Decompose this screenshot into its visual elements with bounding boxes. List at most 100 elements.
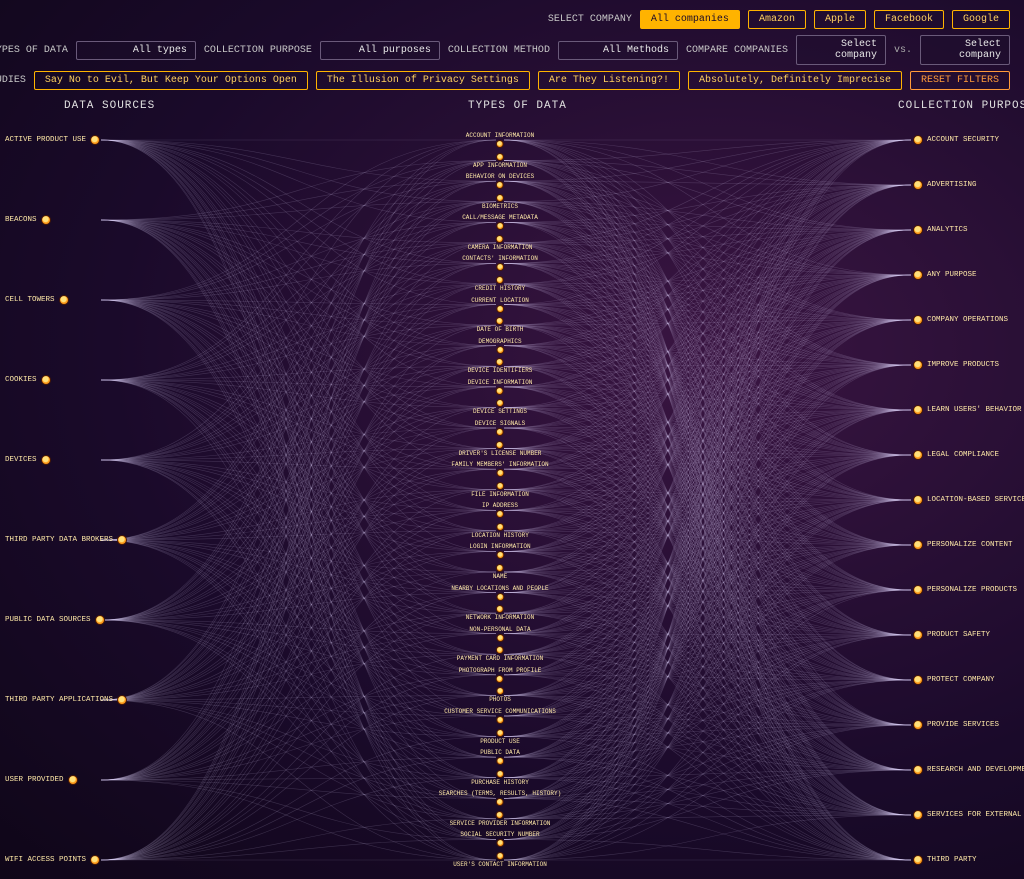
node-type-8[interactable]: CURRENT LOCATION [471, 297, 529, 313]
types-dropdown[interactable]: All types [76, 41, 196, 60]
node-source-7[interactable]: THIRD PARTY APPLICATIONS [5, 695, 105, 705]
case-study-4-button[interactable]: Absolutely, Definitely Imprecise [688, 71, 902, 90]
node-type-19[interactable]: LOCATION HISTORY [471, 523, 529, 539]
node-type-30[interactable]: PUBLIC DATA [480, 749, 520, 765]
node-label: PERSONALIZE PRODUCTS [927, 586, 1017, 594]
node-type-18[interactable]: IP ADDRESS [482, 502, 518, 518]
node-dot-icon [496, 305, 504, 313]
node-type-6[interactable]: CONTACTS' INFORMATION [462, 255, 538, 271]
node-label: DEVICE SETTINGS [473, 408, 527, 415]
company-facebook-button[interactable]: Facebook [874, 10, 944, 29]
node-type-5[interactable]: CAMERA INFORMATION [468, 235, 533, 251]
node-type-1[interactable]: APP INFORMATION [473, 153, 527, 169]
node-type-10[interactable]: DEMOGRAPHICS [478, 338, 521, 354]
node-label: FILE INFORMATION [471, 491, 529, 498]
node-label: COMPANY OPERATIONS [927, 316, 1008, 324]
node-purpose-5[interactable]: IMPROVE PRODUCTS [913, 360, 999, 370]
node-source-3[interactable]: COOKIES [5, 375, 105, 385]
node-type-23[interactable]: NETWORK INFORMATION [466, 605, 534, 621]
company-amazon-button[interactable]: Amazon [748, 10, 806, 29]
node-type-31[interactable]: PURCHASE HISTORY [471, 770, 529, 786]
method-dropdown[interactable]: All Methods [558, 41, 678, 60]
node-type-7[interactable]: CREDIT HISTORY [475, 276, 525, 292]
node-purpose-16[interactable]: THIRD PARTY [913, 855, 977, 865]
node-type-16[interactable]: FAMILY MEMBERS' INFORMATION [451, 461, 548, 477]
node-purpose-3[interactable]: ANY PURPOSE [913, 270, 977, 280]
node-type-24[interactable]: NON-PERSONAL DATA [469, 626, 530, 642]
node-dot-icon [496, 263, 504, 271]
node-dot-icon [496, 523, 504, 531]
node-type-32[interactable]: SEARCHES (TERMS, RESULTS, HISTORY) [439, 790, 561, 806]
node-source-8[interactable]: USER PROVIDED [5, 775, 105, 785]
node-type-27[interactable]: PHOTOS [489, 687, 511, 703]
node-type-9[interactable]: DATE OF BIRTH [477, 317, 524, 333]
company-google-button[interactable]: Google [952, 10, 1010, 29]
node-label: NEARBY LOCATIONS AND PEOPLE [451, 585, 548, 592]
node-label: PRODUCT USE [480, 738, 520, 745]
node-type-11[interactable]: DEVICE IDENTIFIERS [468, 358, 533, 374]
node-type-14[interactable]: DEVICE SIGNALS [475, 420, 525, 436]
node-type-17[interactable]: FILE INFORMATION [471, 482, 529, 498]
node-purpose-12[interactable]: PROTECT COMPANY [913, 675, 995, 685]
company-apple-button[interactable]: Apple [814, 10, 866, 29]
node-purpose-10[interactable]: PERSONALIZE PRODUCTS [913, 585, 1017, 595]
node-label: BEHAVIOR ON DEVICES [466, 173, 534, 180]
node-type-33[interactable]: SERVICE PROVIDER INFORMATION [450, 811, 551, 827]
node-dot-icon [913, 855, 923, 865]
node-type-12[interactable]: DEVICE INFORMATION [468, 379, 533, 395]
node-source-6[interactable]: PUBLIC DATA SOURCES [5, 615, 105, 625]
node-purpose-6[interactable]: LEARN USERS' BEHAVIOR [913, 405, 1022, 415]
node-purpose-0[interactable]: ACCOUNT SECURITY [913, 135, 999, 145]
node-type-20[interactable]: LOGIN INFORMATION [469, 543, 530, 559]
node-purpose-4[interactable]: COMPANY OPERATIONS [913, 315, 1008, 325]
node-purpose-9[interactable]: PERSONALIZE CONTENT [913, 540, 1013, 550]
node-type-13[interactable]: DEVICE SETTINGS [473, 399, 527, 415]
case-study-3-button[interactable]: Are They Listening?! [538, 71, 680, 90]
node-purpose-1[interactable]: ADVERTISING [913, 180, 977, 190]
node-type-2[interactable]: BEHAVIOR ON DEVICES [466, 173, 534, 189]
node-dot-icon [913, 225, 923, 235]
node-type-26[interactable]: PHOTOGRAPH FROM PROFILE [459, 667, 542, 683]
node-source-2[interactable]: CELL TOWERS [5, 295, 105, 305]
node-purpose-11[interactable]: PRODUCT SAFETY [913, 630, 990, 640]
node-label: DEVICE INFORMATION [468, 379, 533, 386]
node-purpose-13[interactable]: PROVIDE SERVICES [913, 720, 999, 730]
node-dot-icon [913, 810, 923, 820]
case-study-1-button[interactable]: Say No to Evil, But Keep Your Options Op… [34, 71, 308, 90]
node-type-4[interactable]: CALL/MESSAGE METADATA [462, 214, 538, 230]
node-source-9[interactable]: WIFI ACCESS POINTS [5, 855, 105, 865]
node-type-28[interactable]: CUSTOMER SERVICE COMMUNICATIONS [444, 708, 556, 724]
node-dot-icon [117, 535, 127, 545]
node-type-0[interactable]: ACCOUNT INFORMATION [466, 132, 534, 148]
company-all-button[interactable]: All companies [640, 10, 740, 29]
node-source-5[interactable]: THIRD PARTY DATA BROKERS [5, 535, 105, 545]
node-purpose-2[interactable]: ANALYTICS [913, 225, 968, 235]
case-study-2-button[interactable]: The Illusion of Privacy Settings [316, 71, 530, 90]
node-type-22[interactable]: NEARBY LOCATIONS AND PEOPLE [451, 585, 548, 601]
node-type-21[interactable]: NAME [493, 564, 507, 580]
node-type-15[interactable]: DRIVER'S LICENSE NUMBER [459, 441, 542, 457]
node-dot-icon [913, 495, 923, 505]
node-type-3[interactable]: BIOMETRICS [482, 194, 518, 210]
node-label: DEMOGRAPHICS [478, 338, 521, 345]
node-type-29[interactable]: PRODUCT USE [480, 729, 520, 745]
node-type-35[interactable]: USER'S CONTACT INFORMATION [453, 852, 547, 868]
node-source-1[interactable]: BEACONS [5, 215, 105, 225]
node-purpose-14[interactable]: RESEARCH AND DEVELOPMENT [913, 765, 1024, 775]
node-source-4[interactable]: DEVICES [5, 455, 105, 465]
compare-a-dropdown[interactable]: Select company [796, 35, 886, 65]
compare-b-dropdown[interactable]: Select company [920, 35, 1010, 65]
case-studies-label: CASE STUDIES [0, 75, 26, 86]
node-label: RESEARCH AND DEVELOPMENT [927, 766, 1024, 774]
node-purpose-7[interactable]: LEGAL COMPLIANCE [913, 450, 999, 460]
node-type-34[interactable]: SOCIAL SECURITY NUMBER [460, 831, 539, 847]
node-source-0[interactable]: ACTIVE PRODUCT USE [5, 135, 105, 145]
node-purpose-15[interactable]: SERVICES FOR EXTERNAL BUSINESSES [913, 810, 1024, 820]
node-type-25[interactable]: PAYMENT CARD INFORMATION [457, 646, 543, 662]
reset-filters-button[interactable]: RESET FILTERS [910, 71, 1010, 90]
node-purpose-8[interactable]: LOCATION-BASED SERVICES [913, 495, 1024, 505]
node-dot-icon [90, 855, 100, 865]
purpose-dropdown[interactable]: All purposes [320, 41, 440, 60]
node-dot-icon [496, 675, 504, 683]
node-label: BIOMETRICS [482, 203, 518, 210]
